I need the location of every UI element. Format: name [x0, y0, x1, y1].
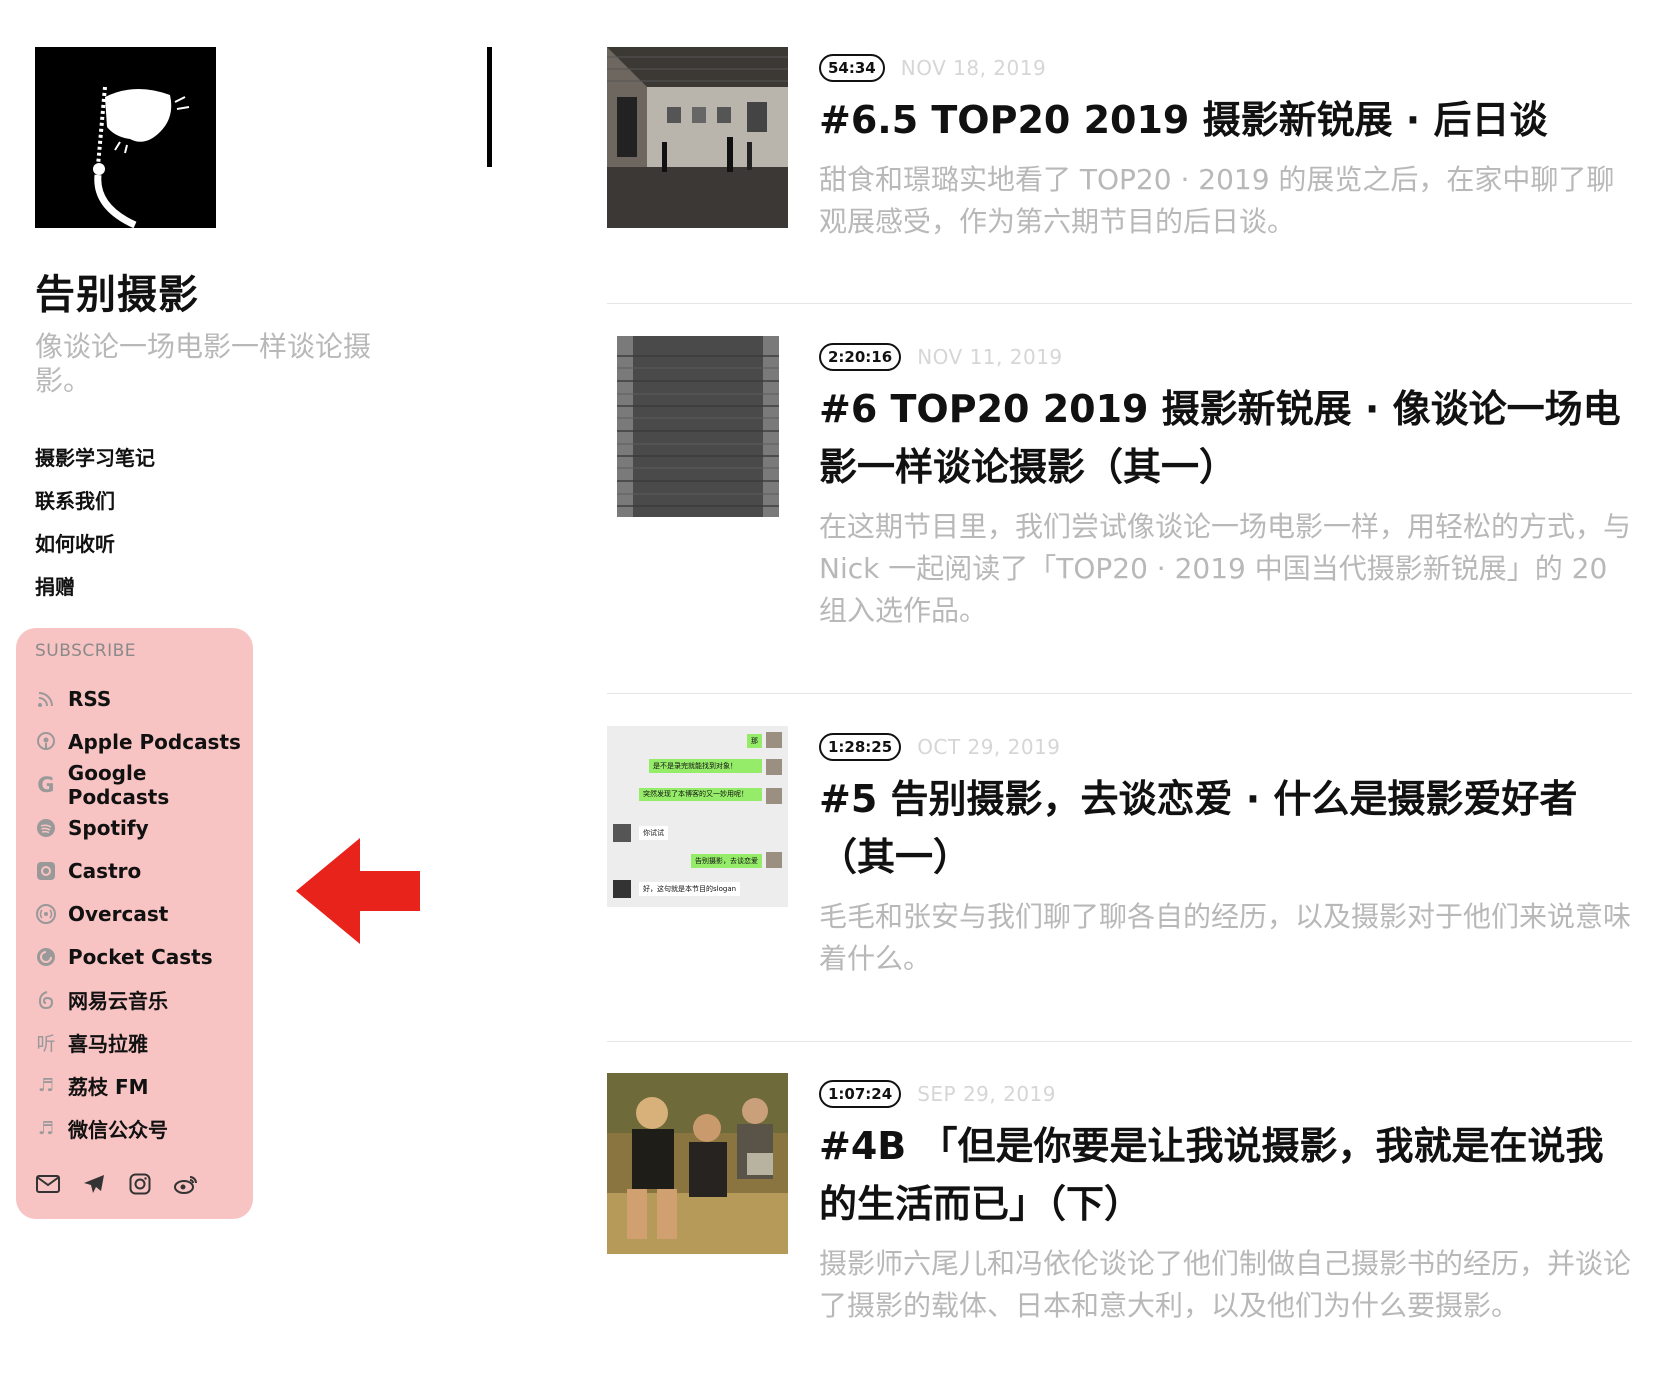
spotify-icon — [35, 817, 57, 839]
episode-thumbnail[interactable] — [607, 1073, 788, 1254]
episode-divider — [607, 1041, 1632, 1042]
episode-card[interactable]: 54:34 NOV 18, 2019 #6.5 TOP20 2019 摄影新锐展… — [607, 47, 1632, 247]
vertical-divider — [487, 47, 492, 167]
subscribe-label: 喜马拉雅 — [68, 1032, 148, 1056]
subscribe-label: Overcast — [68, 901, 169, 926]
episode-title[interactable]: #6 TOP20 2019 摄影新锐展 · 像谈论一场电影一样谈论摄影（其一） — [819, 380, 1632, 496]
avatar — [766, 732, 782, 748]
episode-description: 甜食和璟璐实地看了 TOP20 · 2019 的展览之后，在家中聊了聊观展感受，… — [819, 163, 1615, 238]
chat-bubble: 好，这句就是本节目的slogan — [639, 882, 741, 896]
subscribe-item-wechat[interactable]: ♬ 微信公众号 — [35, 1107, 253, 1150]
episode-thumbnail[interactable]: 那 是不是录完就能找到对象！ 突然发现了本博客的又一妙用呢！ 你试试 告别摄影，… — [607, 726, 788, 907]
subscribe-label: 荔枝 FM — [68, 1075, 149, 1099]
netease-music-icon — [35, 989, 57, 1011]
chat-bubble: 是不是录完就能找到对象！ — [649, 759, 762, 773]
subscribe-label: 网易云音乐 — [68, 989, 168, 1013]
episode-card[interactable]: 1:07:24 SEP 29, 2019 #4B 「但是你要是让我说摄影，我就是… — [607, 1073, 1632, 1353]
avatar — [613, 880, 631, 898]
episode-title[interactable]: #4B 「但是你要是让我说摄影，我就是在说我的生活而已」（下） — [819, 1117, 1632, 1233]
subscribe-panel: SUBSCRIBE RSS Apple Podcasts G Google Po… — [16, 628, 253, 1219]
episode-title[interactable]: #5 告别摄影，去谈恋爱 · 什么是摄影爱好者（其一） — [819, 770, 1632, 886]
subscribe-heading: SUBSCRIBE — [35, 641, 136, 661]
nav-item-how-to-listen[interactable]: 如何收听 — [35, 530, 155, 573]
episode-description: 毛毛和张安与我们聊了聊各自的经历，以及摄影对于他们来说意味着什么。 — [819, 900, 1632, 975]
site-title[interactable]: 告别摄影 — [35, 262, 199, 320]
subscribe-label: Spotify — [68, 815, 149, 840]
episode-date: NOV 11, 2019 — [917, 345, 1063, 369]
chat-bubble: 告别摄影，去谈恋爱 — [691, 854, 762, 868]
subscribe-label: 微信公众号 — [68, 1118, 168, 1142]
weibo-icon[interactable] — [172, 1170, 200, 1198]
episode-date: SEP 29, 2019 — [917, 1082, 1056, 1106]
subscribe-item-ximalaya[interactable]: 听 喜马拉雅 — [35, 1021, 253, 1064]
music-note-icon: ♬ — [37, 1075, 55, 1096]
instagram-icon[interactable] — [126, 1170, 154, 1198]
subscribe-label: Pocket Casts — [68, 944, 213, 969]
episode-duration: 2:20:16 — [819, 343, 902, 371]
sidebar-nav: 摄影学习笔记 联系我们 如何收听 捐赠 — [35, 444, 155, 616]
chat-bubble: 你试试 — [639, 826, 668, 840]
episode-divider — [607, 303, 1632, 304]
subscribe-label: Apple Podcasts — [68, 729, 241, 754]
subscribe-item-lizhi[interactable]: ♬ 荔枝 FM — [35, 1064, 253, 1107]
episode-duration: 1:07:24 — [819, 1080, 902, 1108]
episode-title[interactable]: #6.5 TOP20 2019 摄影新锐展 · 后日谈 — [819, 91, 1632, 149]
social-links — [34, 1170, 200, 1198]
music-note-icon: ♬ — [37, 1118, 55, 1139]
overcast-icon — [35, 903, 57, 925]
episode-thumbnail[interactable] — [607, 47, 788, 228]
episode-description: 在这期节目里，我们尝试像谈论一场电影一样，用轻松的方式，与 Nick 一起阅读了… — [819, 510, 1632, 627]
avatar — [613, 824, 631, 842]
avatar — [766, 852, 782, 868]
subscribe-item-rss[interactable]: RSS — [35, 677, 253, 720]
nav-item-contact[interactable]: 联系我们 — [35, 487, 155, 530]
rss-icon — [35, 688, 57, 710]
subscribe-item-apple-podcasts[interactable]: Apple Podcasts — [35, 720, 253, 763]
episode-date: OCT 29, 2019 — [917, 735, 1061, 759]
chat-bubble: 那 — [747, 734, 762, 748]
subscribe-item-pocket-casts[interactable]: Pocket Casts — [35, 935, 253, 978]
site-description: 像谈论一场电影一样谈论摄影。 — [35, 330, 372, 397]
left-arrow-icon — [296, 838, 420, 948]
castro-icon — [35, 860, 57, 882]
episode-thumbnail[interactable] — [607, 336, 788, 517]
episode-date: NOV 18, 2019 — [900, 56, 1047, 80]
episode-description: 摄影师六尾儿和冯依伦谈论了他们制做自己摄影书的经历，并谈论了摄影的载体、日本和意… — [819, 1247, 1632, 1322]
subscribe-item-overcast[interactable]: Overcast — [35, 892, 253, 935]
episode-divider — [607, 693, 1632, 694]
episode-duration: 54:34 — [819, 54, 885, 82]
nav-item-study-notes[interactable]: 摄影学习笔记 — [35, 444, 155, 487]
subscribe-label: Google Podcasts — [67, 760, 170, 809]
subscribe-label: RSS — [68, 686, 112, 711]
avatar — [766, 788, 782, 804]
google-icon: G — [37, 772, 55, 797]
mail-icon[interactable] — [34, 1170, 62, 1198]
subscribe-item-netease[interactable]: 网易云音乐 — [35, 978, 253, 1021]
episode-duration: 1:28:25 — [819, 733, 902, 761]
subscribe-item-google-podcasts[interactable]: G Google Podcasts — [35, 760, 253, 809]
white-flag-icon — [93, 86, 190, 229]
subscribe-item-spotify[interactable]: Spotify — [35, 806, 253, 849]
chat-bubble: 突然发现了本博客的又一妙用呢！ — [639, 788, 762, 801]
subscribe-item-castro[interactable]: Castro — [35, 849, 253, 892]
podcast-logo[interactable] — [35, 47, 216, 229]
avatar — [766, 759, 782, 775]
episode-card[interactable]: 2:20:16 NOV 11, 2019 #6 TOP20 2019 摄影新锐展… — [607, 336, 1632, 636]
episode-card[interactable]: 那 是不是录完就能找到对象！ 突然发现了本博客的又一妙用呢！ 你试试 告别摄影，… — [607, 726, 1632, 996]
telegram-icon[interactable] — [80, 1170, 108, 1198]
pocket-casts-icon — [35, 946, 57, 968]
nav-item-donate[interactable]: 捐赠 — [35, 573, 155, 616]
subscribe-label: Castro — [68, 858, 142, 883]
apple-podcasts-icon — [35, 731, 57, 753]
subscribe-list: RSS Apple Podcasts G Google Podcasts Spo… — [35, 677, 253, 1150]
ximalaya-icon: 听 — [36, 1033, 56, 1055]
